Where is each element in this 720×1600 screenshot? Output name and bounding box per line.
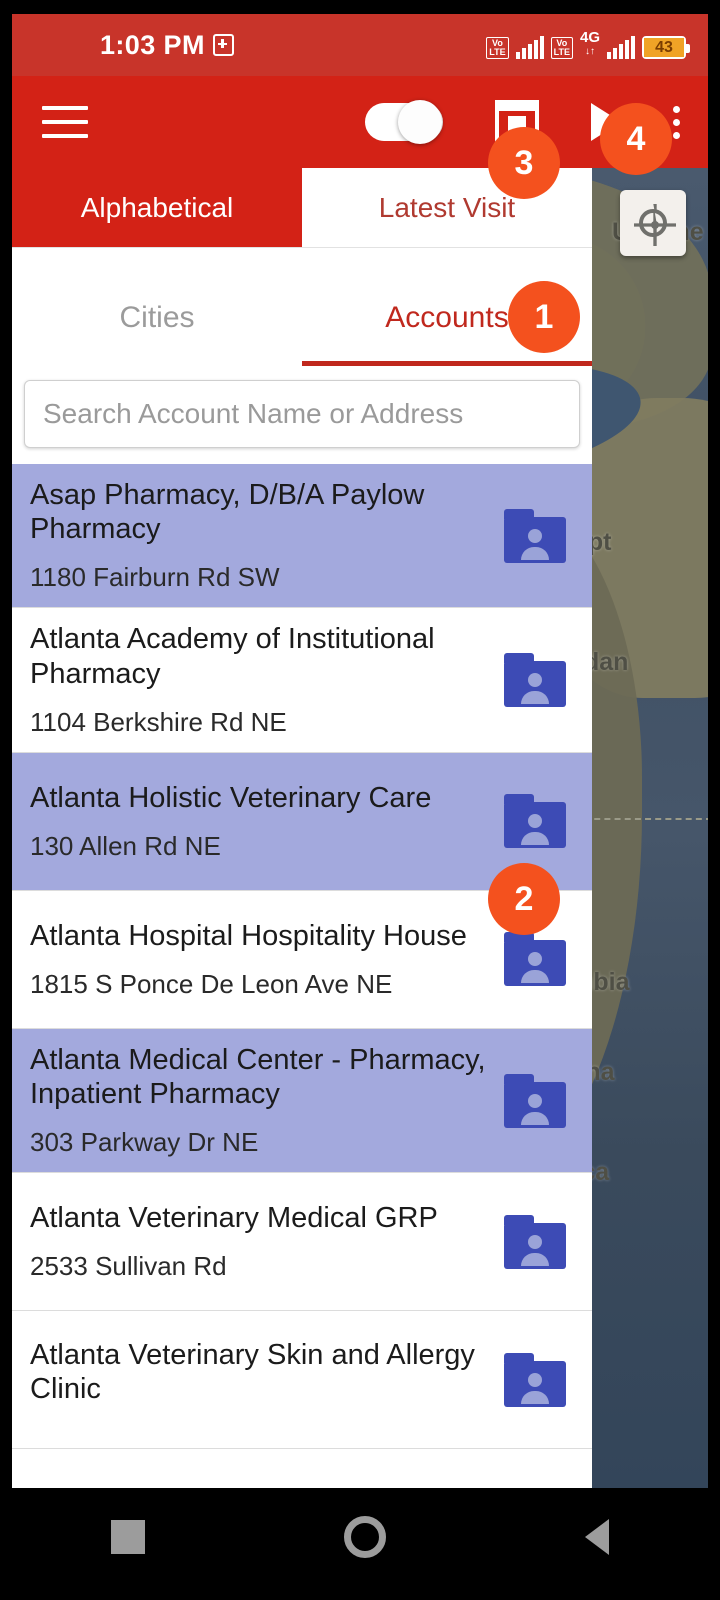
account-address: 130 Allen Rd NE [30, 831, 490, 862]
account-folder-icon[interactable] [504, 653, 566, 707]
search-container [12, 366, 592, 464]
list-item-texts: Asap Pharmacy, D/B/A Paylow Pharmacy 118… [30, 478, 504, 593]
list-item[interactable]: Atlanta Veterinary Skin and Allergy Clin… [12, 1311, 592, 1449]
network-type-label: 4G↓↑ [580, 31, 600, 59]
list-item-texts: Atlanta Veterinary Medical GRP 2533 Sull… [30, 1201, 504, 1282]
signal-bars-icon-1 [516, 37, 544, 59]
account-folder-icon[interactable] [504, 1353, 566, 1407]
volte-icon-2: VoLTE [551, 37, 573, 59]
tab-alphabetical[interactable]: Alphabetical [12, 168, 302, 247]
annotation-marker-2: 2 [488, 863, 560, 935]
triangle-back-icon[interactable] [585, 1519, 609, 1555]
status-time: 1:03 PM [100, 30, 205, 61]
account-name: Atlanta Academy of Institutional Pharmac… [30, 622, 490, 690]
account-address: 303 Parkway Dr NE [30, 1127, 490, 1158]
account-name: Atlanta Veterinary Skin and Allergy Clin… [30, 1338, 490, 1406]
accounts-panel: Alphabetical Latest Visit Cities Account… [12, 168, 592, 1488]
status-bar: 1:03 PM VoLTE VoLTE 4G↓↑ 43 [12, 14, 708, 76]
list-item-texts: Atlanta Veterinary Skin and Allergy Clin… [30, 1338, 504, 1422]
list-item-texts: Atlanta Medical Center - Pharmacy, Inpat… [30, 1043, 504, 1158]
battery-percent: 43 [644, 38, 684, 57]
status-bar-right: VoLTE VoLTE 4G↓↑ 43 [486, 31, 686, 59]
category-tab-bar: Cities Accounts [12, 270, 592, 366]
account-name: Asap Pharmacy, D/B/A Paylow Pharmacy [30, 478, 490, 546]
volte-icon-1: VoLTE [486, 37, 508, 59]
account-folder-icon[interactable] [504, 794, 566, 848]
list-item[interactable]: Asap Pharmacy, D/B/A Paylow Pharmacy 118… [12, 464, 592, 608]
my-location-icon [639, 209, 667, 237]
account-folder-icon[interactable] [504, 1215, 566, 1269]
map-list-toggle[interactable] [365, 103, 443, 141]
my-location-button[interactable] [620, 190, 686, 256]
list-item-texts: Atlanta Holistic Veterinary Care 130 All… [30, 781, 504, 862]
search-input[interactable] [24, 380, 580, 448]
square-recents-icon[interactable] [111, 1520, 145, 1554]
list-item-texts: Atlanta Hospital Hospitality House 1815 … [30, 919, 504, 1000]
account-address: 1815 S Ponce De Leon Ave NE [30, 969, 490, 1000]
calendar-status-icon [213, 34, 234, 56]
account-address: 1104 Berkshire Rd NE [30, 707, 490, 738]
list-item-texts: Atlanta Academy of Institutional Pharmac… [30, 622, 504, 737]
list-item[interactable]: Atlanta Academy of Institutional Pharmac… [12, 608, 592, 752]
battery-icon: 43 [642, 36, 686, 59]
account-address: 2533 Sullivan Rd [30, 1251, 490, 1282]
signal-bars-icon-2 [607, 37, 635, 59]
annotation-marker-4: 4 [600, 103, 672, 175]
list-item[interactable]: Atlanta Veterinary Medical GRP 2533 Sull… [12, 1173, 592, 1311]
account-name: Atlanta Veterinary Medical GRP [30, 1201, 490, 1235]
annotation-marker-1: 1 [508, 281, 580, 353]
account-folder-icon[interactable] [504, 932, 566, 986]
account-folder-icon[interactable] [504, 1074, 566, 1128]
account-address: 1180 Fairburn Rd SW [30, 562, 490, 593]
device-screen: Ukraine mania ece Egypt Sudan RC Zambia … [0, 0, 720, 1600]
annotation-marker-3: 3 [488, 127, 560, 199]
circle-home-icon[interactable] [344, 1516, 386, 1558]
panel-divider [12, 248, 592, 270]
status-bar-left: 1:03 PM [100, 30, 234, 61]
list-item[interactable]: Atlanta Medical Center - Pharmacy, Inpat… [12, 1029, 592, 1173]
account-name: Atlanta Hospital Hospitality House [30, 919, 490, 953]
accounts-list[interactable]: Asap Pharmacy, D/B/A Paylow Pharmacy 118… [12, 464, 592, 1449]
account-name: Atlanta Holistic Veterinary Care [30, 781, 490, 815]
account-folder-icon[interactable] [504, 509, 566, 563]
account-name: Atlanta Medical Center - Pharmacy, Inpat… [30, 1043, 490, 1111]
system-nav-bar [12, 1488, 708, 1586]
hamburger-menu-icon[interactable] [42, 106, 88, 138]
overflow-menu-icon[interactable] [673, 106, 680, 139]
tab-cities[interactable]: Cities [12, 270, 302, 366]
